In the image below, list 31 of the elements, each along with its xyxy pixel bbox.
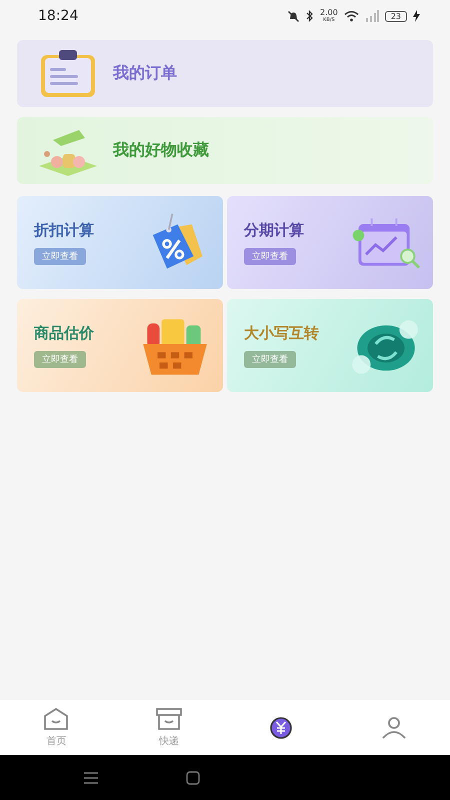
view-button[interactable]: 立即查看 xyxy=(34,350,86,368)
status-time: 18:24 xyxy=(38,8,78,24)
view-button[interactable]: 立即查看 xyxy=(34,248,86,264)
network-speed: 2.00 xyxy=(320,9,338,17)
tool-card[interactable]: 大小写互转 立即查看 xyxy=(227,299,433,392)
tool-title: 折扣计算 xyxy=(34,220,94,240)
home-icon xyxy=(42,707,70,731)
view-button[interactable]: 立即查看 xyxy=(244,248,296,264)
tool-title: 大小写互转 xyxy=(244,324,319,342)
signal-icon xyxy=(364,10,379,22)
charging-icon xyxy=(413,10,420,22)
tool-title: 分期计算 xyxy=(244,220,304,240)
tool-card[interactable]: 商品估价 立即查看 xyxy=(17,299,223,392)
tool-title: 商品估价 xyxy=(34,324,94,342)
wifi-icon xyxy=(344,10,359,22)
mute-bell-icon xyxy=(287,10,300,22)
tab-item[interactable]: 快递 xyxy=(112,700,225,755)
home-square-icon[interactable] xyxy=(186,770,200,784)
battery-level: 23 xyxy=(384,10,407,22)
menu-row[interactable]: 我的好物收藏 xyxy=(17,117,433,184)
tool-card[interactable]: 折扣计算 立即查看 xyxy=(17,196,223,289)
menu-row-label: 我的好物收藏 xyxy=(113,140,209,161)
bluetooth-icon xyxy=(306,10,314,22)
tool-card[interactable]: 分期计算 立即查看 xyxy=(227,196,433,289)
menu-row-label: 我的订单 xyxy=(113,63,177,84)
view-button[interactable]: 立即查看 xyxy=(244,350,296,368)
menu-icon[interactable] xyxy=(83,772,100,784)
box-icon xyxy=(154,707,183,731)
menu-row[interactable]: 我的订单 xyxy=(17,40,433,107)
person-icon xyxy=(380,716,408,740)
tab-item[interactable]: 首页 xyxy=(0,700,112,755)
